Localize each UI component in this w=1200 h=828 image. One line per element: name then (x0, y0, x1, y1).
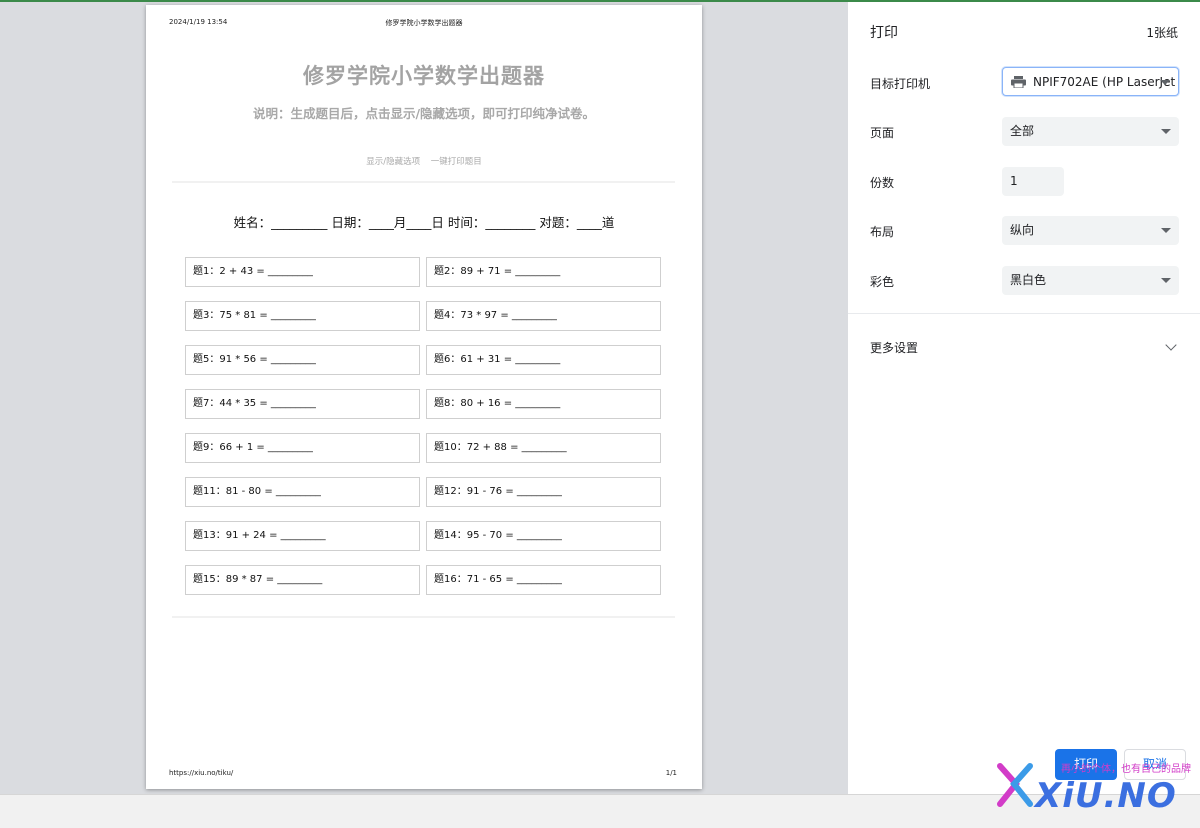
sheet-count: 1张纸 (1146, 26, 1178, 40)
question-box: 题3：75 * 81 = _________ (185, 301, 420, 331)
destination-select[interactable]: NPIF702AE (HP LaserJet (1002, 67, 1179, 96)
question-box: 题12：91 - 76 = _________ (426, 477, 661, 507)
preview-page: 2024/1/19 13:54 修罗学院小学数学出题器 修罗学院小学数学出题器 … (146, 5, 702, 789)
watermark-text: XiU.NO (1035, 776, 1177, 816)
question-box: 题7：44 * 35 = _________ (185, 389, 420, 419)
dropdown-arrow-icon (1160, 80, 1170, 85)
dropdown-arrow-icon (1161, 129, 1171, 134)
student-info-line: 姓名：_________ 日期：____月____日 时间：________ 对… (233, 215, 615, 230)
printer-icon (1011, 76, 1026, 88)
question-box: 题11：81 - 80 = _________ (185, 477, 420, 507)
layout-select[interactable]: 纵向 (1002, 216, 1179, 245)
color-label: 彩色 (870, 275, 895, 289)
chevron-down-icon[interactable] (1165, 339, 1177, 351)
question-box: 题4：73 * 97 = _________ (426, 301, 661, 331)
page-footer-url: https://xiu.no/tiku/ (169, 769, 234, 777)
layout-value: 纵向 (1010, 223, 1035, 237)
more-settings-toggle[interactable]: 更多设置 (870, 339, 918, 356)
pages-select[interactable]: 全部 (1002, 117, 1179, 146)
question-box: 题15：89 * 87 = _________ (185, 565, 420, 595)
destination-label: 目标打印机 (870, 77, 931, 91)
panel-divider (848, 313, 1200, 314)
divider (172, 181, 675, 183)
watermark-slogan: 再小的个体，也有自己的品牌 (1061, 764, 1191, 775)
print-settings-panel: 打印 1张纸 目标打印机 NPIF702AE (HP LaserJet 页面 全… (848, 2, 1200, 794)
destination-value: NPIF702AE (HP LaserJet (1033, 75, 1176, 89)
question-box: 题5：91 * 56 = _________ (185, 345, 420, 375)
question-box: 题13：91 + 24 = _________ (185, 521, 420, 551)
question-box: 题2：89 + 71 = _________ (426, 257, 661, 287)
color-value: 黑白色 (1010, 273, 1047, 287)
page-footer-number: 1/1 (665, 769, 677, 777)
print-dialog-title: 打印 (870, 25, 898, 41)
copies-label: 份数 (870, 176, 895, 190)
question-box: 题10：72 + 88 = _________ (426, 433, 661, 463)
toggle-options-link: 显示/隐藏选项 (366, 157, 421, 167)
pages-value: 全部 (1010, 124, 1035, 138)
worksheet-instruction: 说明：生成题目后，点击显示/隐藏选项，即可打印纯净试卷。 (252, 106, 596, 121)
layout-label: 布局 (870, 225, 895, 239)
page-header-title: 修罗学院小学数学出题器 (385, 19, 463, 27)
question-box: 题8：80 + 16 = _________ (426, 389, 661, 419)
print-questions-link: 一键打印题目 (430, 157, 482, 167)
question-box: 题14：95 - 70 = _________ (426, 521, 661, 551)
worksheet-title: 修罗学院小学数学出题器 (303, 64, 545, 88)
dropdown-arrow-icon (1161, 278, 1171, 283)
pages-label: 页面 (870, 126, 895, 140)
question-box: 题6：61 + 31 = _________ (426, 345, 661, 375)
option-links: 显示/隐藏选项 一键打印题目 (146, 155, 702, 167)
question-box: 题9：66 + 1 = _________ (185, 433, 420, 463)
copies-input[interactable]: 1 (1002, 167, 1064, 196)
question-box: 题1：2 + 43 = _________ (185, 257, 420, 287)
print-preview-area[interactable]: 2024/1/19 13:54 修罗学院小学数学出题器 修罗学院小学数学出题器 … (0, 2, 848, 794)
dropdown-arrow-icon (1161, 228, 1171, 233)
question-box: 题16：71 - 65 = _________ (426, 565, 661, 595)
divider (172, 616, 675, 618)
color-select[interactable]: 黑白色 (1002, 266, 1179, 295)
